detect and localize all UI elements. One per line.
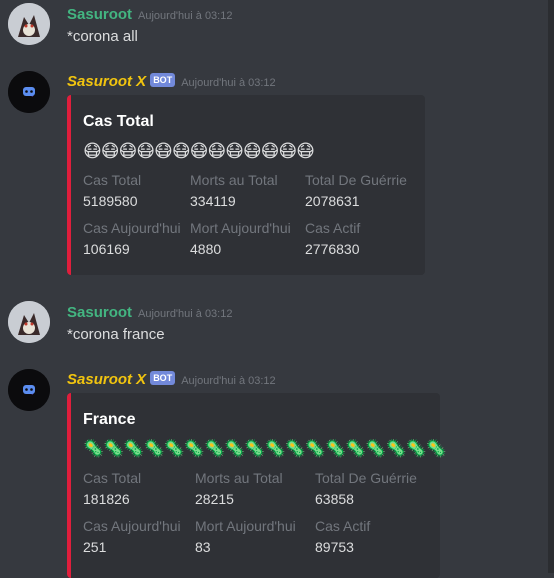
- username[interactable]: Sasuroot: [67, 6, 132, 23]
- bot-username[interactable]: Sasuroot X: [67, 371, 146, 388]
- embed-field: Cas Aujourd'hui 106169: [83, 220, 181, 257]
- embed-card: Cas Total 😷😷😷😷😷😷😷😷😷😷😷😷😷 Cas Total 518958…: [67, 95, 425, 275]
- virus-emoji-row: 🦠🦠🦠🦠🦠🦠🦠🦠🦠🦠🦠🦠🦠🦠🦠🦠🦠🦠: [83, 439, 447, 458]
- message-content: *corona all: [67, 28, 138, 45]
- user-avatar-icon[interactable]: [8, 3, 50, 45]
- embed-field: Cas Actif 89753: [315, 518, 371, 555]
- timestamp: Aujourd'hui à 03:12: [138, 10, 233, 22]
- timestamp: Aujourd'hui à 03:12: [181, 375, 276, 387]
- embed-field: Morts au Total 28215: [195, 470, 283, 507]
- embed-field: Mort Aujourd'hui 83: [195, 518, 296, 555]
- embed-field: Total De Guérrie 63858: [315, 470, 417, 507]
- mask-emoji-row: 😷😷😷😷😷😷😷😷😷😷😷😷😷: [83, 141, 315, 161]
- embed-title: France: [83, 411, 136, 428]
- message-content: *corona france: [67, 326, 165, 343]
- embed-field: Cas Total 5189580: [83, 172, 142, 209]
- embed-card: France 🦠🦠🦠🦠🦠🦠🦠🦠🦠🦠🦠🦠🦠🦠🦠🦠🦠🦠 Cas Total 1818…: [67, 393, 447, 578]
- timestamp: Aujourd'hui à 03:12: [181, 77, 276, 89]
- username[interactable]: Sasuroot: [67, 304, 132, 321]
- bot-badge: BOT: [150, 73, 176, 87]
- discord-logo-icon[interactable]: <: [8, 369, 50, 411]
- embed-field: Total De Guérrie 2078631: [305, 172, 407, 209]
- user-avatar-icon[interactable]: [8, 301, 50, 343]
- discord-logo-icon[interactable]: <: [8, 71, 50, 113]
- embed-field: Cas Total 181826: [83, 470, 142, 507]
- bot-username[interactable]: Sasuroot X: [67, 73, 146, 90]
- embed-field: Cas Actif 2776830: [305, 220, 361, 257]
- timestamp: Aujourd'hui à 03:12: [138, 308, 233, 320]
- scrollbar-track[interactable]: [548, 0, 554, 573]
- embed-field: Cas Aujourd'hui 251: [83, 518, 181, 555]
- embed-field: Mort Aujourd'hui 4880: [190, 220, 291, 257]
- bot-badge: BOT: [150, 371, 176, 385]
- embed-title: Cas Total: [83, 113, 154, 130]
- embed-field: Morts au Total 334119: [190, 172, 278, 209]
